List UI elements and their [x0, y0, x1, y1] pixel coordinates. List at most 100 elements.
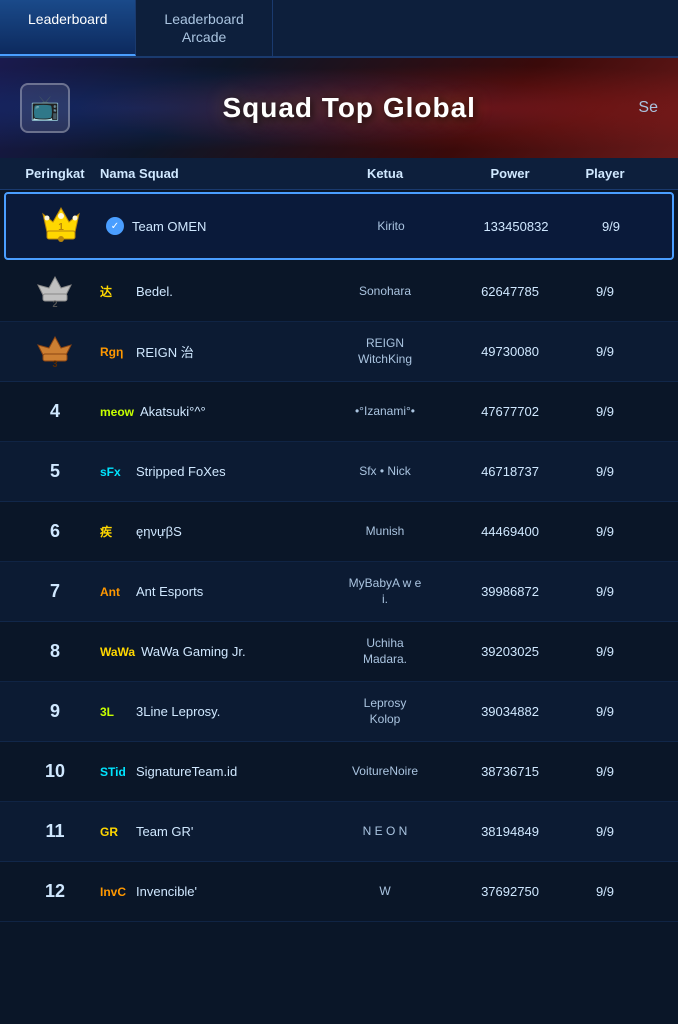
search-button[interactable]: Se: [628, 94, 668, 122]
player-cell: 9/9: [576, 219, 646, 234]
col-nama-squad: Nama Squad: [100, 166, 320, 181]
table-row[interactable]: 1 ✓ Team OMEN Kirito 133450832 9/9: [4, 192, 674, 260]
squad-tag: 3L: [100, 705, 130, 719]
squad-name: Bedel.: [136, 284, 173, 299]
table-row[interactable]: 10 STid SignatureTeam.id VoitureNoire 38…: [0, 742, 678, 802]
ketua-cell: UchihaMadara.: [320, 636, 450, 667]
squad-tag: sFx: [100, 465, 130, 479]
ketua-cell: Sonohara: [320, 284, 450, 300]
power-cell: 44469400: [450, 524, 570, 539]
power-cell: 62647785: [450, 284, 570, 299]
squad-cell: STid SignatureTeam.id: [100, 764, 320, 779]
squad-name: Invencible': [136, 884, 197, 899]
squad-name: 3Line Leprosy.: [136, 704, 220, 719]
banner-title: Squad Top Global: [70, 92, 628, 124]
verified-badge: ✓: [106, 217, 124, 235]
table-row[interactable]: 6 疾 ęηνựβS Munish 44469400 9/9: [0, 502, 678, 562]
table-row[interactable]: 11 GR Team GR' N E O N 38194849 9/9: [0, 802, 678, 862]
table-row[interactable]: 2 达 Bedel. Sonohara 62647785 9/9: [0, 262, 678, 322]
squad-cell: 疾 ęηνựβS: [100, 523, 320, 540]
col-power: Power: [450, 166, 570, 181]
power-cell: 39203025: [450, 644, 570, 659]
squad-name: Ant Esports: [136, 584, 203, 599]
player-cell: 9/9: [570, 584, 640, 599]
col-ketua: Ketua: [320, 166, 450, 181]
table-row[interactable]: 5 sFx Stripped FoXes Sfx • Nick 46718737…: [0, 442, 678, 502]
squad-tag: WaWa: [100, 645, 135, 659]
squad-name: Team GR': [136, 824, 193, 839]
squad-name: Akatsuki°^°: [140, 404, 206, 419]
squad-cell: GR Team GR': [100, 824, 320, 839]
squad-tag: Rgη: [100, 345, 130, 359]
squad-cell: 3L 3Line Leprosy.: [100, 704, 320, 719]
squad-cell: Ant Ant Esports: [100, 584, 320, 599]
squad-tag: STid: [100, 765, 130, 779]
squad-tag: GR: [100, 825, 130, 839]
squad-cell: InvC Invencible': [100, 884, 320, 899]
tab-leaderboard[interactable]: Leaderboard: [0, 0, 136, 56]
power-cell: 38194849: [450, 824, 570, 839]
table-row[interactable]: 8 WaWa WaWa Gaming Jr. UchihaMadara. 392…: [0, 622, 678, 682]
squad-name: WaWa Gaming Jr.: [141, 644, 246, 659]
player-cell: 9/9: [570, 404, 640, 419]
ketua-cell: •°Izanami°•: [320, 404, 450, 420]
player-cell: 9/9: [570, 524, 640, 539]
table-row[interactable]: 12 InvC Invencible' W 37692750 9/9: [0, 862, 678, 922]
squad-name: SignatureTeam.id: [136, 764, 237, 779]
ketua-cell: REIGNWitchKing: [320, 336, 450, 367]
squad-cell: WaWa WaWa Gaming Jr.: [100, 644, 320, 659]
table-row[interactable]: 9 3L 3Line Leprosy. LeprosyKolop 3903488…: [0, 682, 678, 742]
banner-icon: 📺: [20, 83, 70, 133]
player-cell: 9/9: [570, 764, 640, 779]
squad-cell: Rgη REIGN 治: [100, 342, 320, 361]
squad-tag: 疾: [100, 523, 130, 540]
power-cell: 39986872: [450, 584, 570, 599]
svg-text:1: 1: [58, 222, 64, 233]
player-cell: 9/9: [570, 344, 640, 359]
table-row[interactable]: 4 meow Akatsuki°^° •°Izanami°• 47677702 …: [0, 382, 678, 442]
squad-tag: InvC: [100, 885, 130, 899]
player-cell: 9/9: [570, 644, 640, 659]
squad-tag: Ant: [100, 585, 130, 599]
power-cell: 49730080: [450, 344, 570, 359]
svg-text:3: 3: [52, 359, 57, 369]
tab-bar: Leaderboard LeaderboardArcade: [0, 0, 678, 58]
squad-cell: ✓ Team OMEN: [106, 217, 326, 235]
table-row[interactable]: 7 Ant Ant Esports MyBabyA w ei. 39986872…: [0, 562, 678, 622]
player-cell: 9/9: [570, 464, 640, 479]
squad-cell: sFx Stripped FoXes: [100, 464, 320, 479]
ketua-cell: W: [320, 884, 450, 900]
power-cell: 38736715: [450, 764, 570, 779]
squad-tag: 达: [100, 283, 130, 300]
ketua-cell: N E O N: [320, 824, 450, 840]
squad-cell: 达 Bedel.: [100, 283, 320, 300]
col-player: Player: [570, 166, 640, 181]
column-headers: Peringkat Nama Squad Ketua Power Player: [0, 158, 678, 190]
squad-name: ęηνựβS: [136, 524, 182, 539]
player-cell: 9/9: [570, 884, 640, 899]
ketua-cell: Kirito: [326, 219, 456, 235]
squad-list: 1 ✓ Team OMEN Kirito 133450832 9/9 2 达 B…: [0, 192, 678, 922]
power-cell: 39034882: [450, 704, 570, 719]
power-cell: 37692750: [450, 884, 570, 899]
ketua-cell: VoitureNoire: [320, 764, 450, 780]
ketua-cell: MyBabyA w ei.: [320, 576, 450, 607]
squad-cell: meow Akatsuki°^°: [100, 404, 320, 419]
squad-name: Team OMEN: [132, 219, 206, 234]
squad-name: Stripped FoXes: [136, 464, 226, 479]
power-cell: 133450832: [456, 219, 576, 234]
squad-tag: meow: [100, 405, 134, 419]
ketua-cell: LeprosyKolop: [320, 696, 450, 727]
power-cell: 46718737: [450, 464, 570, 479]
player-cell: 9/9: [570, 704, 640, 719]
ketua-cell: Munish: [320, 524, 450, 540]
player-cell: 9/9: [570, 824, 640, 839]
svg-text:2: 2: [52, 299, 57, 309]
ketua-cell: Sfx • Nick: [320, 464, 450, 480]
tab-leaderboard-arcade[interactable]: LeaderboardArcade: [136, 0, 272, 56]
squad-name: REIGN 治: [136, 342, 194, 361]
table-row[interactable]: 3 Rgη REIGN 治 REIGNWitchKing 49730080 9/…: [0, 322, 678, 382]
banner: 📺 Squad Top Global Se: [0, 58, 678, 158]
player-cell: 9/9: [570, 284, 640, 299]
col-peringkat: Peringkat: [10, 166, 100, 181]
